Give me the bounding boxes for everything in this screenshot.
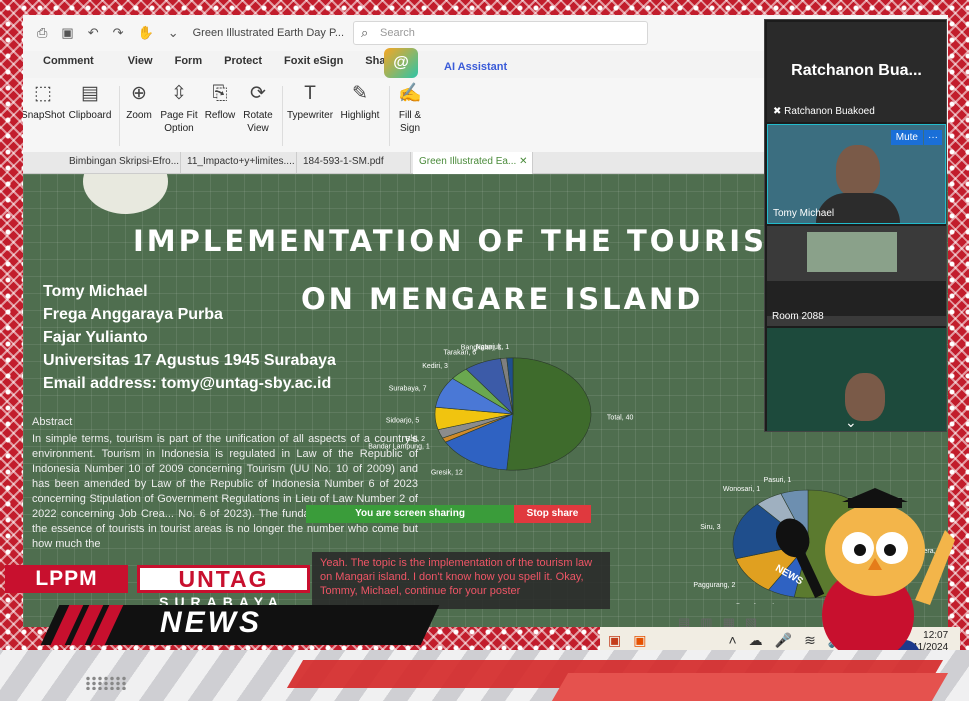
tab-bimbingan[interactable]: Bimbingan Skripsi-Efro... [63, 152, 181, 174]
live-caption: Yeah. The topic is the implementation of… [312, 552, 610, 609]
dot-grid-decoration [85, 676, 127, 690]
continuous-facing-icon[interactable]: ▧ [745, 615, 757, 627]
document-title: Green Illustrated Earth Day P... [192, 27, 345, 39]
page-view-controls: ▤ ▥ ▦ ▧ [678, 615, 757, 627]
rotate-icon: ⟳ [250, 83, 266, 104]
reflow-icon: ⎘ [212, 83, 228, 104]
typewriter-button[interactable]: T Typewriter [286, 82, 334, 122]
pie-label: Nganjuk, 1 [476, 344, 510, 351]
chevron-down-icon[interactable]: ⌄ [845, 414, 857, 431]
clipboard-icon: ▤ [81, 83, 99, 104]
chevron-up-icon[interactable]: ˄ [728, 632, 736, 649]
pie-label: Kediri, 3 [422, 363, 448, 370]
close-tab-icon[interactable]: ✕ [519, 156, 527, 167]
tab-impacto[interactable]: 11_Impacto+y+limites.... [181, 152, 297, 174]
save-icon[interactable]: ▣ [61, 25, 73, 41]
pie-label: Siru, 3 [700, 524, 720, 531]
continuous-icon[interactable]: ▥ [700, 615, 712, 627]
menu-foxit-esign[interactable]: Foxit eSign [284, 55, 343, 77]
app-icon[interactable]: ▣ [633, 632, 646, 649]
fill-sign-icon: ✍ [398, 83, 422, 104]
pie-label: Total, 40 [607, 415, 634, 422]
reflow-button[interactable]: ⎘ Reflow [203, 82, 237, 122]
doc-title-dropdown-icon[interactable]: ⌄ [168, 25, 179, 41]
stop-share-button[interactable]: Stop share [514, 505, 591, 523]
page-fit-option-button[interactable]: ⇳ Page Fit Option [159, 82, 199, 135]
menu-view[interactable]: View [128, 55, 153, 77]
participant-panel: Ratchanon Bua... ✖ Ratchanon Buakoed Mut… [764, 19, 947, 432]
highlight-button[interactable]: ✎ Highlight [337, 82, 383, 122]
mic-news-label: NEWS [773, 563, 805, 588]
pie-label: Paggurang, 2 [693, 582, 735, 589]
participant-tile-room[interactable]: Room 2088 [767, 226, 946, 326]
menu-bar: Comment View Form Protect Foxit eSign Sh… [23, 55, 396, 77]
menu-comment[interactable]: Comment [43, 55, 94, 77]
snapshot-icon: ⬚ [34, 83, 52, 104]
pie-label: Gresik, 12 [431, 470, 463, 477]
tab-184-593[interactable]: 184-593-1-SM.pdf [297, 152, 411, 174]
menu-form[interactable]: Form [175, 55, 203, 77]
search-input[interactable]: ⌕ Search [353, 21, 648, 45]
cloud-decoration [83, 174, 168, 214]
mute-button[interactable]: Mute [890, 130, 923, 145]
page-fit-icon: ⇳ [171, 83, 187, 104]
poster-authors: Tomy Michael Frega Anggaraya Purba Fajar… [43, 283, 336, 392]
print-icon[interactable]: ⎙ [37, 25, 47, 41]
lppm-logo: LPPM [5, 565, 128, 593]
ai-assistant-button[interactable]: AI Assistant [444, 61, 507, 73]
untag-logo: UNTAG [137, 565, 310, 593]
participant-tile-4[interactable]: ⌄ [767, 328, 946, 431]
hand-tool-icon[interactable]: ✋ [138, 25, 154, 41]
redo-icon[interactable]: ↷ [113, 25, 124, 41]
muted-mic-icon: ✖ [773, 106, 782, 117]
quick-app-icon[interactable]: @ [384, 48, 418, 78]
search-icon: ⌕ [361, 25, 369, 40]
zoom-button[interactable]: ⊕ Zoom [122, 82, 156, 122]
abstract-text: In simple terms, tourism is part of the … [32, 433, 418, 550]
snapshot-button[interactable]: ⬚ SnapShot [23, 82, 65, 122]
pie-slice [506, 357, 592, 471]
abstract-heading: Abstract [32, 416, 73, 428]
pie-label: Surabaya, 7 [389, 385, 427, 392]
pie-label: Sidoarjo, 5 [386, 417, 420, 424]
pie-label: Wonosari, 1 [723, 486, 760, 493]
pie-label: Bandar Lampung, 1 [368, 444, 430, 451]
highlight-icon: ✎ [352, 83, 368, 104]
screen-sharing-indicator: You are screen sharing [306, 505, 514, 523]
poster-title-line2: ON MENGARE ISLAND [301, 282, 704, 316]
pie-label: Bali, 2 [406, 436, 426, 443]
participant-tile-ratchanon[interactable]: Ratchanon Bua... ✖ Ratchanon Buakoed [767, 22, 946, 122]
powerpoint-icon[interactable]: ▣ [608, 632, 621, 649]
news-title: NEWS [160, 606, 262, 639]
clipboard-button[interactable]: ▤ Clipboard [67, 82, 113, 122]
more-options-button[interactable]: ··· [924, 130, 942, 145]
menu-protect[interactable]: Protect [224, 55, 262, 77]
facing-icon[interactable]: ▦ [723, 615, 735, 627]
red-band-decoration-2 [551, 673, 949, 701]
single-page-icon[interactable]: ▤ [678, 615, 690, 627]
fill-sign-button[interactable]: ✍ Fill & Sign [393, 82, 427, 135]
zoom-icon: ⊕ [131, 83, 147, 104]
poster-title-line1: IMPLEMENTATION OF THE TOURISM L [133, 224, 834, 258]
tab-green-illustrated[interactable]: Green Illustrated Ea... ✕ [413, 152, 533, 174]
typewriter-icon: T [304, 83, 316, 104]
rotate-view-button[interactable]: ⟳ Rotate View [240, 82, 276, 135]
undo-icon[interactable]: ↶ [88, 25, 99, 41]
participant-tile-tomy[interactable]: Mute ··· Tomy Michael [767, 124, 946, 224]
